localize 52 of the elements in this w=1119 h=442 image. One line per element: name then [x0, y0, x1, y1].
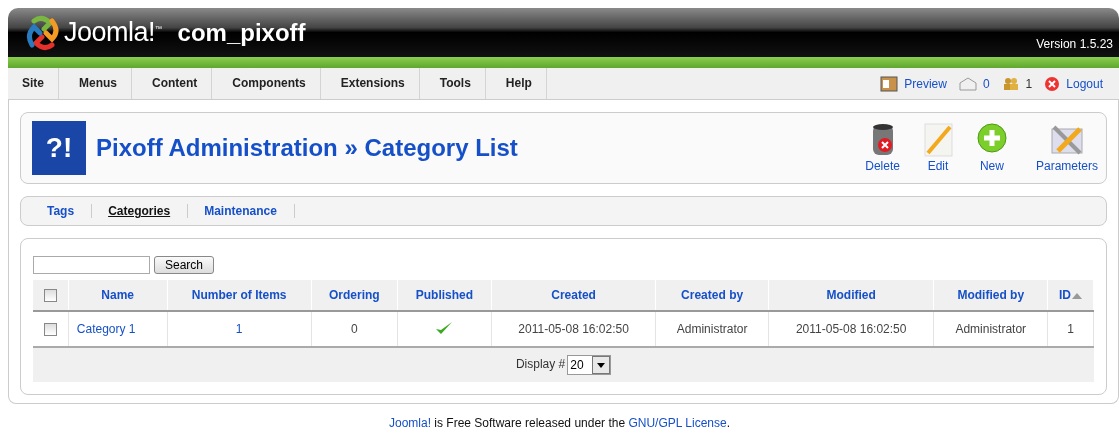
table-cell: 1	[1067, 322, 1074, 336]
row-checkbox[interactable]	[43, 323, 57, 337]
menu-item[interactable]: Extensions	[326, 68, 420, 99]
menu-item[interactable]: Help	[491, 68, 547, 99]
component-icon: ?!	[32, 121, 86, 175]
license-link[interactable]: GNU/GPL License	[628, 416, 727, 430]
joomla-link[interactable]: Joomla!	[388, 416, 431, 430]
footer-text: Joomla! is Free Software released under the GNU/GPL License.	[387, 416, 732, 430]
logout-link[interactable]: Logout	[1066, 76, 1103, 91]
users-count: 1	[1025, 76, 1033, 91]
column-header[interactable]: Created	[551, 288, 596, 302]
submenu-tab[interactable]: Maintenance	[194, 204, 295, 218]
submenu-tab[interactable]: Categories	[98, 204, 189, 218]
menu-item[interactable]: Components	[218, 68, 321, 99]
preview-icon	[880, 75, 899, 92]
component-title: com_pixoff	[177, 18, 306, 47]
caret-icon	[596, 362, 605, 368]
display-label: Display #	[515, 357, 566, 372]
column-header[interactable]: Modified	[826, 288, 876, 302]
menu-item[interactable]: Site	[8, 68, 59, 99]
column-header[interactable]: Name	[101, 288, 134, 302]
display-count-select[interactable]: 20	[567, 355, 611, 375]
table-cell: 2011-05-08 16:02:50	[518, 322, 629, 336]
pencil-icon	[921, 123, 954, 157]
item-count-link[interactable]: 1	[235, 322, 243, 336]
envelope-icon	[958, 76, 977, 91]
logout-icon	[1044, 75, 1061, 92]
menu-item[interactable]: Menus	[65, 68, 133, 99]
search-field[interactable]	[33, 256, 150, 274]
menu-item[interactable]: Content	[138, 68, 213, 99]
table-cell: 0	[351, 322, 358, 336]
version-text: Version 1.5.23	[1036, 37, 1113, 51]
menu-item[interactable]: Tools	[425, 68, 486, 99]
toolbar-button[interactable]: Edit	[921, 123, 954, 173]
logo-icon	[26, 14, 60, 51]
search-button[interactable]: Search	[154, 256, 215, 274]
toolbar-button[interactable]: New	[975, 123, 1008, 173]
messages-count[interactable]: 0	[982, 76, 990, 91]
category-link[interactable]: Category 1	[76, 322, 136, 336]
toolbar-button[interactable]: Delete	[865, 123, 900, 173]
preview-link[interactable]: Preview	[904, 76, 947, 91]
tools-icon	[1050, 123, 1084, 157]
table-cell: Administrator	[955, 322, 1027, 336]
logo-text: Joomla!$^{™}$	[64, 17, 162, 48]
table-cell: 2011-05-08 16:02:50	[795, 322, 907, 336]
page-title: Pixoff Administration » Category List	[96, 134, 518, 162]
users-icon	[1001, 76, 1020, 91]
checkmark-icon[interactable]	[435, 319, 454, 336]
toolbar-button[interactable]: Parameters	[1035, 123, 1098, 173]
submenu-tab[interactable]: Tags	[37, 204, 93, 218]
select-all-checkbox[interactable]	[43, 289, 57, 303]
table-cell: Administrator	[676, 322, 748, 336]
